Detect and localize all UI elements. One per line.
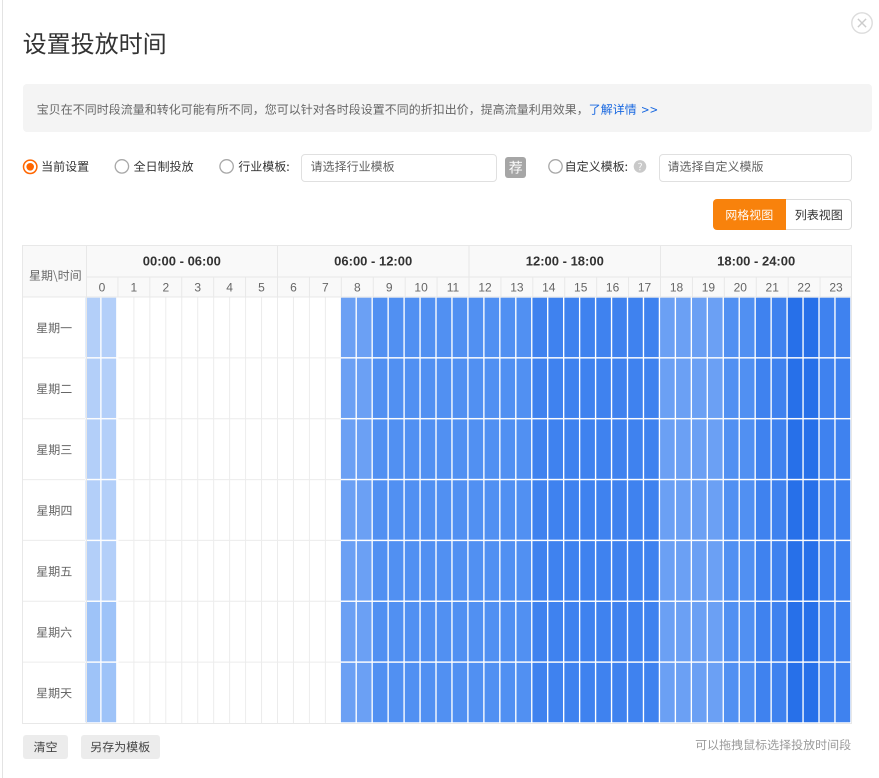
svg-text:10: 10 <box>414 281 428 295</box>
svg-text:14: 14 <box>542 281 556 295</box>
svg-text:00:00 - 06:00: 00:00 - 06:00 <box>143 254 221 269</box>
svg-text:5: 5 <box>258 281 265 295</box>
svg-text:7: 7 <box>322 281 329 295</box>
svg-text:15: 15 <box>574 281 588 295</box>
svg-text:4: 4 <box>226 281 233 295</box>
svg-text:17: 17 <box>638 281 652 295</box>
svg-text:12:00 - 18:00: 12:00 - 18:00 <box>526 254 604 269</box>
svg-text:3: 3 <box>194 281 201 295</box>
svg-text:06:00 - 12:00: 06:00 - 12:00 <box>334 254 412 269</box>
svg-text:2: 2 <box>162 281 169 295</box>
svg-text:11: 11 <box>447 281 460 295</box>
svg-text:6: 6 <box>290 281 297 295</box>
svg-text:12: 12 <box>478 281 492 295</box>
svg-text:23: 23 <box>829 281 843 295</box>
svg-text:0: 0 <box>99 281 106 295</box>
svg-text:19: 19 <box>702 281 716 295</box>
svg-text:13: 13 <box>510 281 524 295</box>
svg-text:22: 22 <box>797 281 811 295</box>
svg-text:18:00 - 24:00: 18:00 - 24:00 <box>717 254 795 269</box>
svg-text:20: 20 <box>734 281 748 295</box>
svg-text:18: 18 <box>670 281 684 295</box>
svg-text:8: 8 <box>354 281 361 295</box>
svg-text:16: 16 <box>606 281 620 295</box>
svg-text:1: 1 <box>131 281 138 295</box>
svg-text:21: 21 <box>766 281 780 295</box>
svg-text:9: 9 <box>386 281 393 295</box>
